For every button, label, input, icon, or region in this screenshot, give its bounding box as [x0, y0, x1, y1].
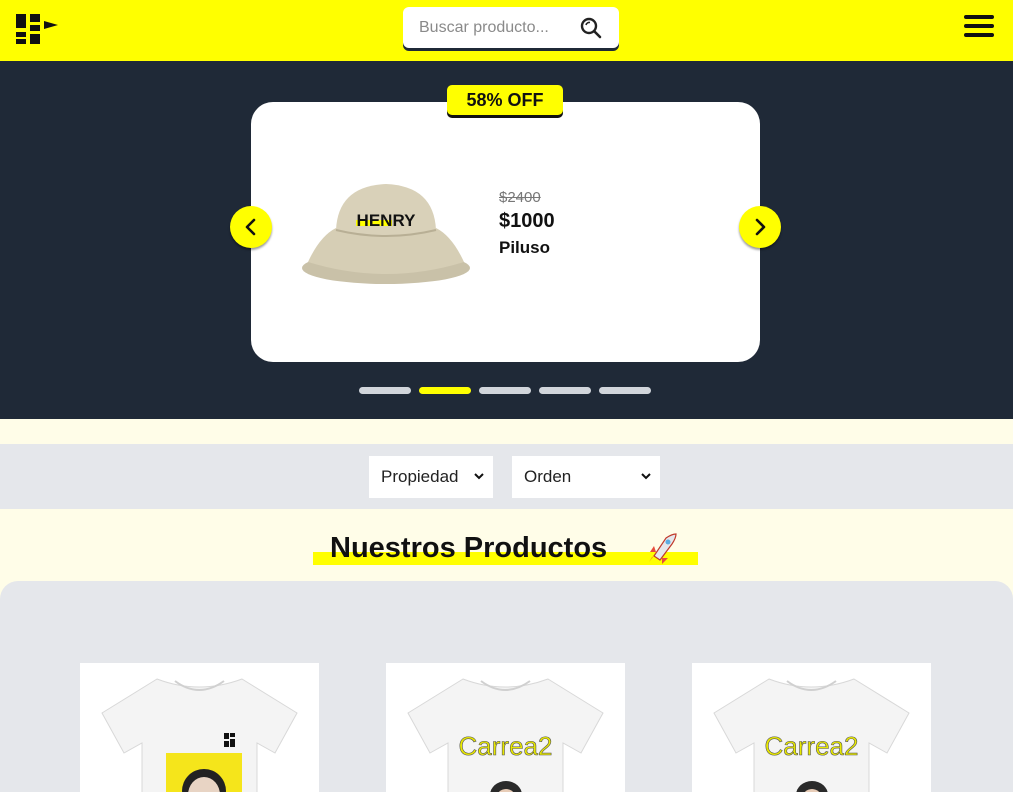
carousel-next-button[interactable] — [739, 206, 781, 248]
hat-print-text: HENRY — [357, 211, 417, 230]
sale-price: $1000 — [499, 210, 555, 232]
search-icon[interactable] — [579, 16, 603, 40]
carousel-dots — [359, 387, 651, 395]
order-select-value: Orden — [524, 467, 572, 486]
tshirt-image — [101, 678, 298, 792]
search-input[interactable] — [419, 18, 569, 37]
search-box — [403, 7, 619, 48]
chevron-down-icon — [474, 473, 484, 480]
section-title: Nuestros Productos — [330, 532, 608, 564]
product-card[interactable]: Carrea2 — [692, 663, 931, 792]
carousel-prev-button[interactable] — [230, 206, 272, 248]
discount-badge: 58% OFF — [447, 85, 563, 115]
chevron-down-icon — [641, 473, 651, 480]
tshirt-print-text: Carrea2 — [764, 731, 859, 762]
carousel-dot[interactable] — [479, 387, 531, 394]
product-card[interactable]: Carrea2 — [386, 663, 625, 792]
henry-logo-icon[interactable] — [14, 13, 60, 45]
menu-bar — [964, 24, 994, 28]
menu-bar — [964, 15, 994, 19]
filter-bar — [0, 444, 1013, 509]
carousel-dot[interactable] — [599, 387, 651, 394]
order-select[interactable]: Orden — [512, 456, 660, 498]
product-card[interactable] — [80, 663, 319, 792]
chevron-right-icon — [755, 218, 766, 236]
top-navbar — [0, 0, 1013, 61]
hamburger-menu-icon[interactable] — [964, 15, 996, 41]
property-select[interactable]: Propiedad — [369, 456, 493, 498]
section-heading: Nuestros Productos — [313, 530, 699, 570]
product-name: Piluso — [499, 238, 551, 257]
rocket-icon — [649, 533, 677, 564]
tshirt-print-text: Carrea2 — [458, 731, 553, 762]
carousel-dot[interactable] — [359, 387, 411, 394]
property-select-value: Propiedad — [381, 467, 459, 486]
original-price: $2400 — [499, 189, 541, 206]
carousel-dot[interactable] — [539, 387, 591, 394]
carousel-dot-active[interactable] — [419, 387, 471, 394]
menu-bar — [964, 33, 994, 37]
bucket-hat-image: HENRY — [302, 184, 470, 284]
chevron-left-icon — [245, 218, 256, 236]
